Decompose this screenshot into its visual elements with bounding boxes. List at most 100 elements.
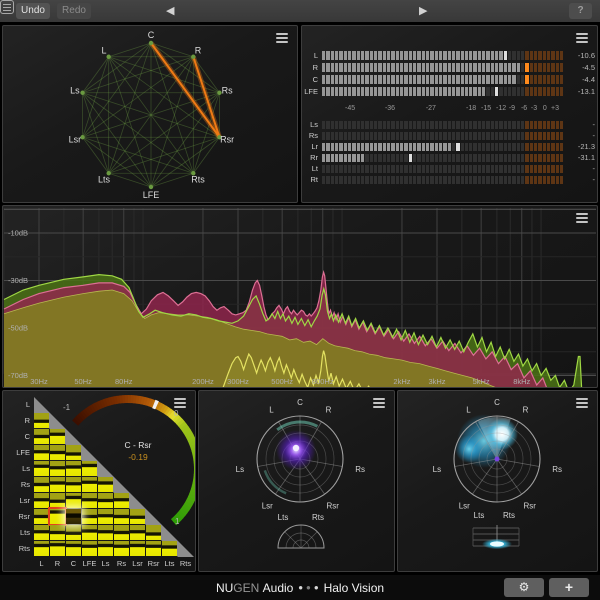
matrix-cell[interactable] <box>82 541 97 556</box>
web-channel-label: Lsr <box>69 135 82 145</box>
meter-value: - <box>557 175 595 184</box>
settings-button[interactable]: ⚙ <box>504 578 544 597</box>
scope-channel-label: R <box>326 406 332 415</box>
web-channel-label: C <box>148 30 155 40</box>
meter-channel-label: Lr <box>302 142 318 151</box>
add-panel-button[interactable]: + <box>549 578 589 597</box>
matrix-cell[interactable] <box>114 509 129 524</box>
meter-bar <box>322 51 564 60</box>
meter-value: -10.6 <box>557 51 595 60</box>
web-channel-label: R <box>195 45 202 55</box>
matrix-cell[interactable] <box>34 493 49 508</box>
matrix-cell[interactable] <box>34 413 49 428</box>
undo-button[interactable]: Undo <box>16 3 50 19</box>
freq-tick-label: 500Hz <box>271 377 293 386</box>
brand-nu: NU <box>216 581 233 595</box>
matrix-cell[interactable] <box>50 429 65 444</box>
matrix-cell[interactable] <box>146 525 161 540</box>
scope-channel-label: Ls <box>236 465 244 474</box>
matrix-cell[interactable] <box>34 477 49 492</box>
matrix-cell-selected[interactable] <box>66 509 81 524</box>
meter-bar <box>322 75 564 84</box>
matrix-cell[interactable] <box>66 445 81 460</box>
matrix-cell[interactable] <box>66 461 81 476</box>
matrix-cell[interactable] <box>66 541 81 556</box>
brand-dot: ● <box>298 583 303 592</box>
matrix-cell[interactable] <box>34 461 49 476</box>
scope-trace <box>265 470 286 493</box>
freq-tick-label: 200Hz <box>192 377 214 386</box>
gauge-source-label: C - Rsr <box>106 440 170 450</box>
panel-menu-icon[interactable] <box>576 402 588 404</box>
matrix-cell-hover[interactable] <box>50 509 65 524</box>
help-button[interactable]: ? <box>569 3 592 19</box>
matrix-cell[interactable] <box>98 509 113 524</box>
step-back-icon[interactable]: ◀ <box>166 4 174 18</box>
meter-value: -31.1 <box>557 153 595 162</box>
preset-list-icon[interactable] <box>0 0 14 14</box>
matrix-cell[interactable] <box>34 509 49 524</box>
meter-channel-label: R <box>302 63 318 72</box>
matrix-cell[interactable] <box>82 509 97 524</box>
brand-gen: GEN <box>233 581 259 595</box>
product-name: Halo Vision <box>324 581 384 595</box>
db-tick-label: -70dB <box>8 371 28 380</box>
matrix-cell[interactable] <box>98 525 113 540</box>
matrix-cell[interactable] <box>34 445 49 460</box>
matrix-cell[interactable] <box>34 429 49 444</box>
matrix-cell[interactable] <box>50 461 65 476</box>
redo-button[interactable]: Redo <box>57 3 91 19</box>
meter-scale-tick: +3 <box>546 105 564 112</box>
matrix-cell[interactable] <box>82 477 97 492</box>
matrix-cell[interactable] <box>66 477 81 492</box>
play-icon[interactable]: ▶ <box>419 4 427 18</box>
matrix-cell[interactable] <box>50 477 65 492</box>
panel-menu-icon[interactable] <box>174 402 186 404</box>
matrix-cell[interactable] <box>130 509 145 524</box>
matrix-cell[interactable] <box>98 541 113 556</box>
web-channel-label: Rsr <box>220 135 234 145</box>
matrix-cell[interactable] <box>146 541 161 556</box>
panel-menu-icon[interactable] <box>576 37 588 39</box>
matrix-cell[interactable] <box>98 477 113 492</box>
brand-audio: Audio <box>263 581 294 595</box>
scope-trace <box>277 422 317 430</box>
matrix-row-label: Rs <box>3 480 30 489</box>
freq-tick-label: 80Hz <box>115 377 133 386</box>
matrix-row-label: Rts <box>3 544 30 553</box>
db-tick-label: -30dB <box>8 276 28 285</box>
matrix-cell[interactable] <box>50 525 65 540</box>
matrix-cell[interactable] <box>34 541 49 556</box>
brand-dot: ● <box>314 583 319 592</box>
meter-channel-label: Ls <box>302 120 318 129</box>
matrix-cell[interactable] <box>82 525 97 540</box>
matrix-cell[interactable] <box>82 461 97 476</box>
matrix-cell[interactable] <box>98 493 113 508</box>
matrix-cell[interactable] <box>130 541 145 556</box>
meter-bar <box>322 121 564 129</box>
matrix-cell[interactable] <box>114 493 129 508</box>
panel-menu-icon[interactable] <box>576 217 588 219</box>
channel-node <box>149 41 153 45</box>
matrix-cell[interactable] <box>114 541 129 556</box>
web-channel-label: L <box>101 45 106 55</box>
matrix-row-label: Lts <box>3 528 30 537</box>
matrix-cell[interactable] <box>66 493 81 508</box>
energy-scope-panel: CLRLsRsLsrRsrLtsRts <box>397 390 598 572</box>
matrix-cell[interactable] <box>50 445 65 460</box>
matrix-cell[interactable] <box>34 525 49 540</box>
matrix-cell[interactable] <box>114 525 129 540</box>
matrix-cell[interactable] <box>50 541 65 556</box>
panel-menu-icon[interactable] <box>373 402 385 404</box>
correlation-web: CRRsRsrRtsLFELtsLsrLsL <box>3 26 297 202</box>
matrix-cell[interactable] <box>82 493 97 508</box>
energy-scope: CLRLsRsLsrRsrLtsRts <box>398 391 597 571</box>
matrix-cell[interactable] <box>66 525 81 540</box>
surround-scope-panel: CLRLsRsLsrRsrLtsRts <box>198 390 395 572</box>
panel-menu-icon[interactable] <box>276 37 288 39</box>
matrix-cell[interactable] <box>50 493 65 508</box>
gear-icon: ⚙ <box>519 580 530 594</box>
highlight-correlation-line <box>193 57 219 137</box>
matrix-cell[interactable] <box>162 541 177 556</box>
matrix-cell[interactable] <box>130 525 145 540</box>
